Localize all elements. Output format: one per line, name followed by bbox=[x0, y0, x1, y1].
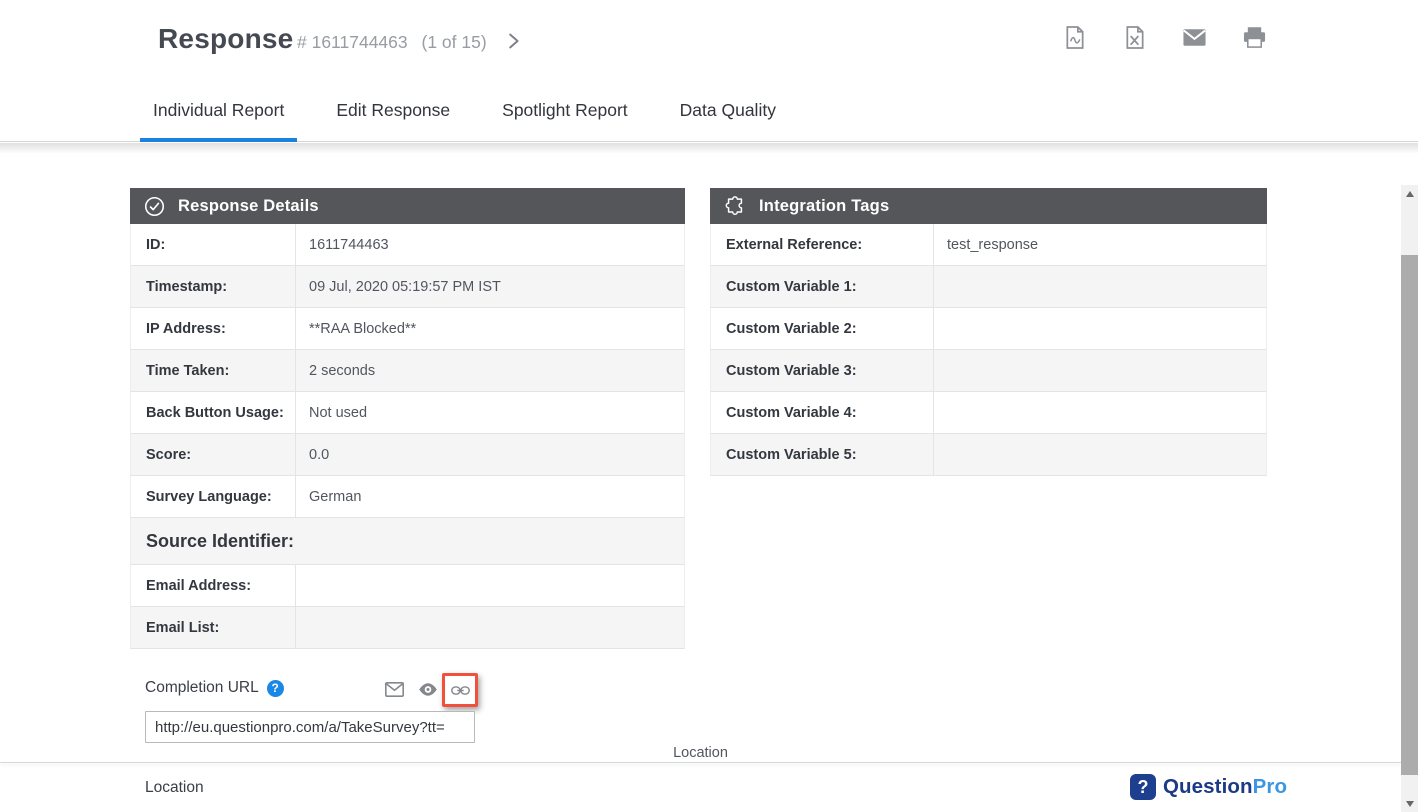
row-value bbox=[934, 434, 1266, 475]
email-icon[interactable] bbox=[1183, 26, 1206, 49]
row-value: test_response bbox=[934, 224, 1266, 265]
excel-export-icon[interactable] bbox=[1123, 26, 1146, 49]
row-value bbox=[934, 266, 1266, 307]
table-row: Score: 0.0 bbox=[130, 434, 685, 476]
copy-link-icon-highlighted[interactable] bbox=[442, 673, 478, 707]
row-label: Score: bbox=[131, 434, 296, 475]
row-label: Back Button Usage: bbox=[131, 392, 296, 433]
row-label: Custom Variable 2: bbox=[711, 308, 934, 349]
row-value bbox=[296, 565, 684, 606]
source-identifier-section-row: Source Identifier: bbox=[130, 518, 685, 565]
puzzle-icon bbox=[724, 195, 746, 217]
tabbar-shadow bbox=[0, 143, 1418, 154]
location-caption: Location bbox=[0, 745, 1401, 761]
row-label: Survey Language: bbox=[131, 476, 296, 517]
response-page: Response # 1611744463 (1 of 15) bbox=[0, 0, 1418, 812]
tab-edit-response[interactable]: Edit Response bbox=[323, 80, 463, 141]
row-value bbox=[934, 392, 1266, 433]
row-label: Custom Variable 4: bbox=[711, 392, 934, 433]
row-value: 09 Jul, 2020 05:19:57 PM IST bbox=[296, 266, 684, 307]
table-row: Custom Variable 5: bbox=[710, 434, 1267, 476]
scrollbar-thumb[interactable] bbox=[1401, 255, 1418, 775]
link-icon bbox=[451, 684, 470, 697]
response-details-header: Response Details bbox=[130, 188, 685, 224]
export-actions bbox=[1063, 26, 1266, 49]
table-row: Time Taken: 2 seconds bbox=[130, 350, 685, 392]
row-label: External Reference: bbox=[711, 224, 934, 265]
help-icon[interactable]: ? bbox=[267, 680, 284, 697]
row-value: Not used bbox=[296, 392, 684, 433]
pdf-export-icon[interactable] bbox=[1063, 26, 1086, 49]
vertical-scrollbar[interactable] bbox=[1401, 185, 1418, 812]
check-circle-icon bbox=[144, 196, 165, 217]
row-label: IP Address: bbox=[131, 308, 296, 349]
integration-tags-header: Integration Tags bbox=[710, 188, 1267, 224]
row-label: Custom Variable 3: bbox=[711, 350, 934, 391]
brand-secondary: Pro bbox=[1253, 775, 1287, 798]
row-value bbox=[296, 607, 684, 648]
brand-primary: Question bbox=[1163, 775, 1253, 798]
response-position: (1 of 15) bbox=[422, 32, 487, 52]
send-url-email-icon[interactable] bbox=[385, 682, 404, 701]
tab-individual-report[interactable]: Individual Report bbox=[140, 80, 297, 141]
page-title: Response bbox=[158, 23, 293, 55]
table-row: IP Address: **RAA Blocked** bbox=[130, 308, 685, 350]
completion-url-label: Completion URL bbox=[145, 679, 259, 697]
table-row: Custom Variable 1: bbox=[710, 266, 1267, 308]
table-row: Email List: bbox=[130, 607, 685, 649]
section-divider bbox=[0, 762, 1401, 763]
row-label: Timestamp: bbox=[131, 266, 296, 307]
row-label: Custom Variable 5: bbox=[711, 434, 934, 475]
row-label: ID: bbox=[131, 224, 296, 265]
table-row: External Reference: test_response bbox=[710, 224, 1267, 266]
tab-spotlight-report[interactable]: Spotlight Report bbox=[489, 80, 641, 141]
tab-data-quality[interactable]: Data Quality bbox=[667, 80, 789, 141]
triangle-up-icon bbox=[1406, 191, 1414, 197]
row-label: Custom Variable 1: bbox=[711, 266, 934, 307]
chevron-right-icon bbox=[502, 30, 524, 52]
row-value: 0.0 bbox=[296, 434, 684, 475]
completion-url-row: Completion URL ? bbox=[145, 679, 284, 697]
triangle-down-icon bbox=[1406, 801, 1414, 807]
response-details-title: Response Details bbox=[178, 197, 319, 216]
table-row: Back Button Usage: Not used bbox=[130, 392, 685, 434]
completion-url-input[interactable] bbox=[145, 711, 475, 743]
questionpro-logo[interactable]: ? QuestionPro bbox=[1130, 774, 1287, 800]
location-section-heading: Location bbox=[145, 779, 204, 797]
row-value: **RAA Blocked** bbox=[296, 308, 684, 349]
table-row: ID: 1611744463 bbox=[130, 224, 685, 266]
table-row: Custom Variable 3: bbox=[710, 350, 1267, 392]
top-header-bar: Response # 1611744463 (1 of 15) bbox=[0, 0, 1418, 80]
integration-tags-table: Integration Tags External Reference: tes… bbox=[710, 188, 1267, 476]
scroll-up-button[interactable] bbox=[1401, 185, 1418, 202]
response-id: # 1611744463 bbox=[297, 32, 408, 52]
report-tabbar: Individual Report Edit Response Spotligh… bbox=[0, 80, 1418, 142]
questionpro-logo-text: QuestionPro bbox=[1163, 775, 1287, 799]
scroll-down-button[interactable] bbox=[1401, 795, 1418, 812]
next-response-button[interactable] bbox=[502, 30, 524, 52]
row-label: Email List: bbox=[131, 607, 296, 648]
response-meta: # 1611744463 (1 of 15) bbox=[297, 32, 487, 53]
table-row: Timestamp: 09 Jul, 2020 05:19:57 PM IST bbox=[130, 266, 685, 308]
table-row: Custom Variable 2: bbox=[710, 308, 1267, 350]
table-row: Email Address: bbox=[130, 565, 685, 607]
row-value bbox=[934, 308, 1266, 349]
table-row: Survey Language: German bbox=[130, 476, 685, 518]
row-value: German bbox=[296, 476, 684, 517]
preview-url-eye-icon[interactable] bbox=[418, 682, 437, 701]
row-label: Email Address: bbox=[131, 565, 296, 606]
response-details-table: Response Details ID: 1611744463 Timestam… bbox=[130, 188, 685, 649]
row-label: Time Taken: bbox=[131, 350, 296, 391]
questionpro-logo-icon: ? bbox=[1130, 774, 1156, 800]
row-value: 1611744463 bbox=[296, 224, 684, 265]
print-icon[interactable] bbox=[1243, 26, 1266, 49]
integration-tags-title: Integration Tags bbox=[759, 197, 889, 216]
table-row: Custom Variable 4: bbox=[710, 392, 1267, 434]
row-value: 2 seconds bbox=[296, 350, 684, 391]
row-value bbox=[934, 350, 1266, 391]
